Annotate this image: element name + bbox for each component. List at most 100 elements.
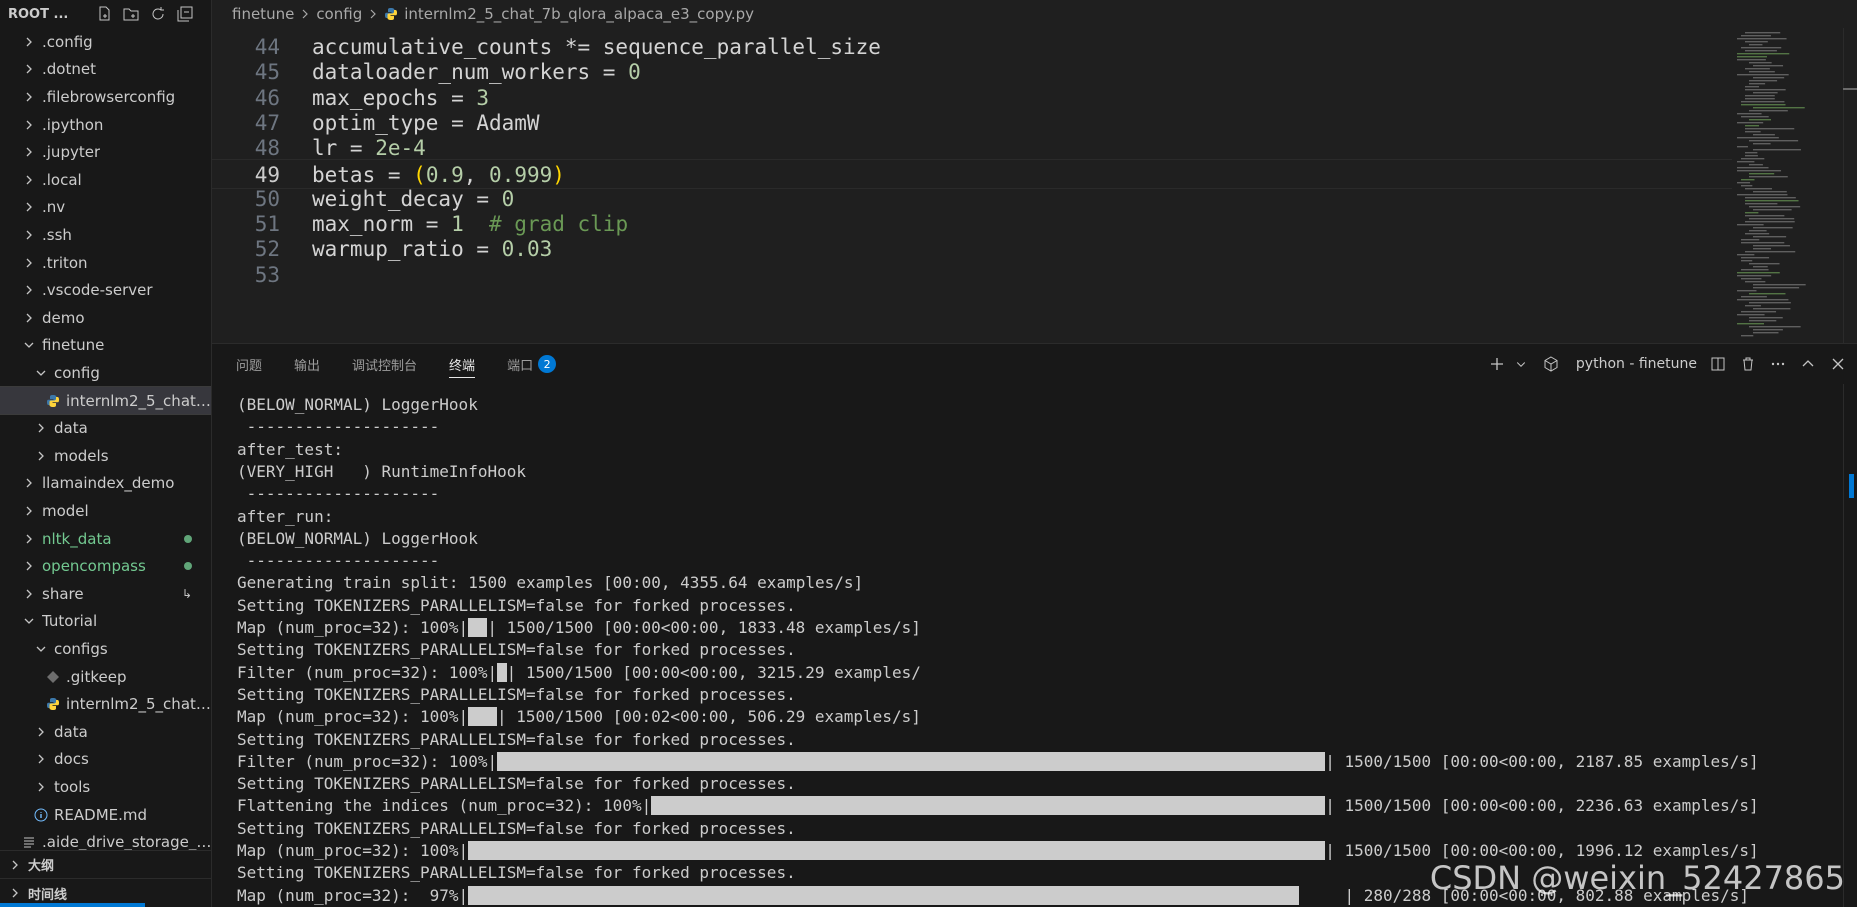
tree-item-label: tools xyxy=(54,777,91,796)
minimap-line xyxy=(1753,332,1779,334)
tree-item[interactable]: finetune xyxy=(0,332,211,360)
tree-item[interactable]: .nv xyxy=(0,194,211,222)
editor-scrollbar[interactable] xyxy=(1843,28,1857,343)
panel-tab[interactable]: 调试控制台 xyxy=(352,344,417,384)
progress-suffix: | 1500/1500 [00:00<00:00, 3215.29 exampl… xyxy=(506,662,921,682)
tree-item-label: .ssh xyxy=(42,225,72,244)
tree-item[interactable]: nltk_data xyxy=(0,525,211,553)
terminal-name[interactable]: python - finetune xyxy=(1576,356,1697,372)
terminal-scrollbar[interactable] xyxy=(1843,384,1857,907)
minimap-line xyxy=(1753,266,1768,268)
tree-item[interactable]: .vscode-server xyxy=(0,276,211,304)
minimap-line xyxy=(1737,290,1757,292)
tree-item[interactable]: model xyxy=(0,497,211,525)
minimap-line xyxy=(1753,209,1792,211)
trash-icon[interactable] xyxy=(1737,353,1759,375)
tree-item[interactable]: models xyxy=(0,442,211,470)
minimap-line xyxy=(1749,302,1791,304)
minimap-line xyxy=(1737,122,1764,124)
chevron-right-icon xyxy=(8,858,22,872)
tree-item-label: .aide_drive_storage_lo... xyxy=(42,833,212,852)
tree-item[interactable]: .local xyxy=(0,166,211,194)
maximize-icon[interactable] xyxy=(1797,353,1819,375)
panel-tab-label: 问题 xyxy=(236,358,263,374)
close-icon[interactable] xyxy=(1827,353,1849,375)
python-file-icon xyxy=(384,5,404,23)
outline-section[interactable]: 大纲 xyxy=(0,850,211,878)
progress-bar-fill xyxy=(468,707,497,727)
minimap-line xyxy=(1741,179,1755,181)
tree-item[interactable]: .config xyxy=(0,28,211,56)
scroll-marker xyxy=(1843,88,1857,90)
tree-item[interactable]: share ↳ xyxy=(0,580,211,608)
split-terminal-icon[interactable] xyxy=(1707,353,1729,375)
new-folder-icon[interactable] xyxy=(120,3,142,25)
tree-item[interactable]: tools xyxy=(0,773,211,801)
tree-item[interactable]: README.md xyxy=(0,801,211,829)
chevron-right-icon xyxy=(22,504,36,518)
add-terminal-icon[interactable] xyxy=(1486,353,1508,375)
tree-item[interactable]: internlm2_5_chat_... xyxy=(0,690,211,718)
breadcrumb-item-config[interactable]: config xyxy=(316,5,362,23)
tree-item[interactable]: .dotnet xyxy=(0,56,211,84)
watermark: CSDN @weixin_52427865 xyxy=(1429,859,1845,897)
minimap-line xyxy=(1741,47,1782,49)
outline-label: 大纲 xyxy=(28,859,55,874)
tree-item[interactable]: internlm2_5_chat_... xyxy=(0,385,211,416)
tree-item[interactable]: data xyxy=(0,414,211,442)
panel-tab-label: 端口 xyxy=(507,358,534,374)
terminal-line: after_test: xyxy=(237,439,343,459)
code-editor[interactable]: finetune config internlm2_5_chat_7b_qlor… xyxy=(212,0,1857,343)
tree-item[interactable]: demo xyxy=(0,304,211,332)
minimap-line xyxy=(1745,152,1758,154)
breadcrumb-item-finetune[interactable]: finetune xyxy=(232,5,294,23)
terminal-line: (BELOW_NORMAL) LoggerHook xyxy=(237,528,478,548)
tree-item[interactable]: .jupyter xyxy=(0,138,211,166)
chevron-right-icon xyxy=(22,145,36,159)
tree-item[interactable]: .gitkeep xyxy=(0,663,211,691)
minimap-line xyxy=(1745,68,1770,70)
progress-bar-fill xyxy=(468,841,1326,860)
minimap-line xyxy=(1741,158,1765,160)
minimap-line xyxy=(1741,296,1767,298)
minimap-line xyxy=(1749,317,1783,319)
progress-bar-fill xyxy=(468,618,488,637)
chevron-right-icon xyxy=(22,311,36,325)
panel-tab[interactable]: 问题 xyxy=(236,344,262,384)
collapse-all-icon[interactable] xyxy=(174,3,196,25)
new-file-icon[interactable] xyxy=(93,3,115,25)
minimap-line xyxy=(1745,251,1796,253)
progress-bar-fill xyxy=(497,662,507,682)
tree-item[interactable]: configs xyxy=(0,635,211,663)
tree-item-label: docs xyxy=(54,750,89,769)
tree-item[interactable]: .triton xyxy=(0,249,211,277)
panel-tab[interactable]: 终端 xyxy=(449,344,476,384)
refresh-icon[interactable] xyxy=(147,3,169,25)
chevron-down-icon[interactable] xyxy=(1510,353,1532,375)
code-token: lr = xyxy=(312,136,376,161)
progress-bar-fill xyxy=(651,796,1326,816)
tree-item[interactable]: .ssh xyxy=(0,221,211,249)
breadcrumb-item-file[interactable]: internlm2_5_chat_7b_qlora_alpaca_e3_copy… xyxy=(404,5,754,23)
minimap-line xyxy=(1749,164,1763,166)
minimap-line xyxy=(1753,134,1775,136)
tree-item[interactable]: opencompass xyxy=(0,552,211,580)
tree-item[interactable]: .ipython xyxy=(0,111,211,139)
tree-item[interactable]: llamaindex_demo xyxy=(0,470,211,498)
tree-item-label: share xyxy=(42,584,84,603)
more-icon[interactable] xyxy=(1767,353,1789,375)
terminal-line: -------------------- xyxy=(237,484,440,504)
minimap-line xyxy=(1753,143,1771,145)
minimap-line xyxy=(1749,62,1772,64)
panel-tab[interactable]: 输出 xyxy=(294,344,320,384)
tree-item[interactable]: Tutorial xyxy=(0,608,211,636)
terminal-line: (BELOW_NORMAL) LoggerHook xyxy=(237,395,478,414)
tree-item[interactable]: config xyxy=(0,359,211,387)
minimap[interactable] xyxy=(1727,28,1842,343)
tree-item[interactable]: data xyxy=(0,718,211,746)
tree-item[interactable]: docs xyxy=(0,746,211,774)
tree-item-label: configs xyxy=(54,639,108,658)
panel-tab[interactable]: 端口 2 xyxy=(507,344,557,384)
scroll-thumb[interactable] xyxy=(1849,474,1854,498)
tree-item[interactable]: .filebrowserconfig xyxy=(0,83,211,111)
